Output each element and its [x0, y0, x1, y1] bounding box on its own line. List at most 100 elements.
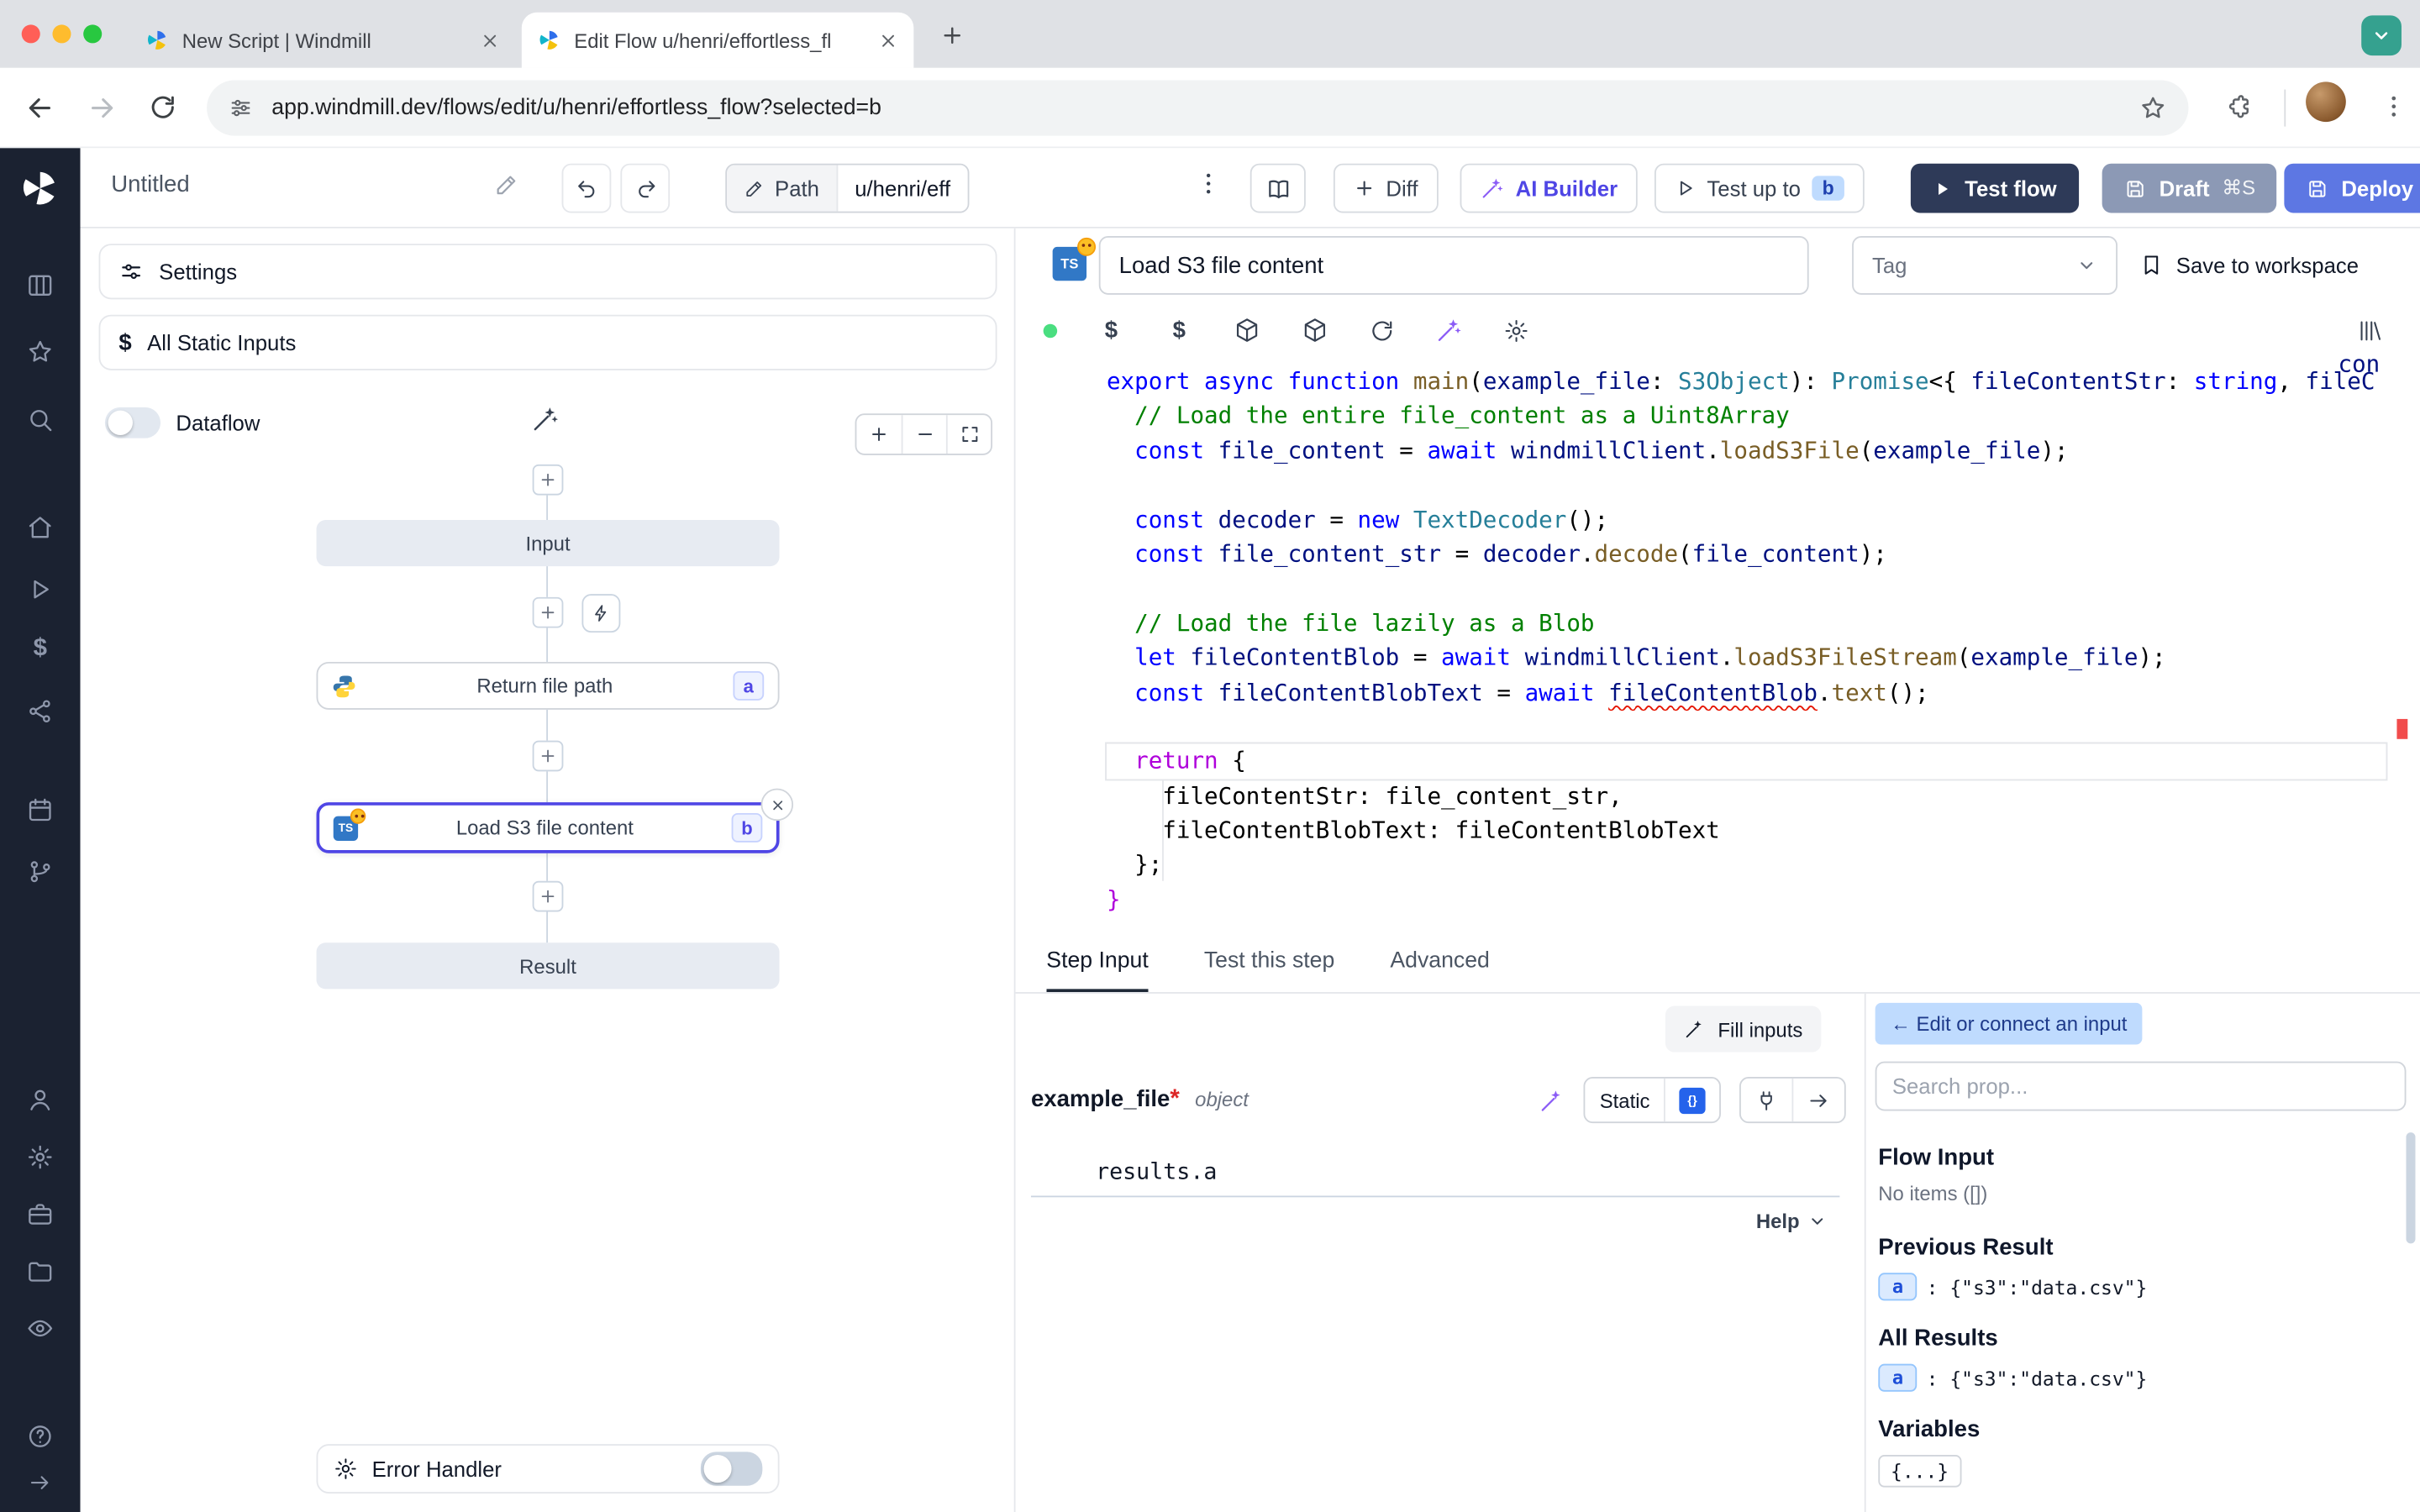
- reload-icon[interactable]: [148, 92, 177, 122]
- scrollbar-thumb[interactable]: [2406, 1132, 2415, 1243]
- step-node-b-selected[interactable]: TS Load S3 file content b: [317, 802, 780, 853]
- flow-static-inputs-row[interactable]: $ All Static Inputs: [99, 315, 997, 370]
- flow-title[interactable]: Untitled: [111, 171, 189, 197]
- path-button[interactable]: Path u/henri/eff: [725, 164, 969, 213]
- sidebar-apps-icon[interactable]: [26, 271, 54, 299]
- result-step-badge[interactable]: a: [1878, 1273, 1917, 1300]
- error-handler-toggle[interactable]: [701, 1452, 762, 1485]
- more-options-icon[interactable]: [1195, 170, 1223, 197]
- flow-input-node[interactable]: Input: [317, 520, 780, 566]
- docs-button[interactable]: [1250, 164, 1306, 213]
- tab-step-input[interactable]: Step Input: [1046, 929, 1148, 992]
- sidebar-settings-icon[interactable]: [26, 1143, 54, 1171]
- add-step-button[interactable]: [533, 881, 564, 912]
- bookmark-star-icon[interactable]: [2139, 94, 2167, 122]
- traffic-zoom-button[interactable]: [83, 24, 102, 43]
- javascript-mode-button[interactable]: {}: [1664, 1079, 1719, 1121]
- contextual-variables-icon[interactable]: $: [1165, 317, 1193, 343]
- sidebar-help-icon[interactable]: [26, 1422, 54, 1450]
- previous-result-row[interactable]: a : {"s3":"data.csv"}: [1878, 1273, 2147, 1300]
- dataflow-toggle[interactable]: [105, 407, 160, 438]
- packages-cube-icon[interactable]: [1301, 317, 1328, 344]
- test-flow-button[interactable]: Test flow: [1911, 164, 2079, 213]
- help-toggle[interactable]: Help: [1756, 1210, 1828, 1233]
- draft-button[interactable]: Draft ⌘S: [2102, 164, 2277, 213]
- url-bar[interactable]: app.windmill.dev/flows/edit/u/henri/effo…: [207, 81, 2188, 136]
- flow-ai-button[interactable]: [531, 404, 560, 433]
- browser-menu-icon[interactable]: [2380, 92, 2407, 120]
- traffic-minimize-button[interactable]: [52, 24, 71, 43]
- sidebar-search-icon[interactable]: [26, 406, 54, 433]
- zoom-out-button[interactable]: [902, 415, 946, 454]
- ai-fill-wand-icon[interactable]: [1539, 1087, 1565, 1113]
- undo-button[interactable]: [562, 164, 612, 213]
- test-up-to-button[interactable]: Test up to b: [1655, 164, 1865, 213]
- sidebar-workers-icon[interactable]: [26, 1200, 54, 1228]
- forward-icon[interactable]: [87, 92, 118, 123]
- editor-settings-gear-icon[interactable]: [1503, 317, 1529, 343]
- site-settings-icon[interactable]: [229, 96, 253, 120]
- tab-advanced[interactable]: Advanced: [1390, 929, 1489, 992]
- sidebar-favorites-icon[interactable]: [26, 338, 54, 365]
- resources-cube-icon[interactable]: [1234, 317, 1261, 344]
- save-to-workspace-button[interactable]: Save to workspace: [2139, 244, 2359, 286]
- tab-search-button[interactable]: [2361, 15, 2402, 55]
- sidebar-schedules-icon[interactable]: [26, 796, 54, 824]
- error-handler-row[interactable]: Error Handler: [317, 1444, 780, 1494]
- step-node-a[interactable]: Return file path a: [317, 662, 780, 710]
- variables-object-badge[interactable]: {...}: [1878, 1455, 1961, 1488]
- ai-builder-button[interactable]: AI Builder: [1460, 164, 1638, 213]
- sidebar-folders-icon[interactable]: [26, 1257, 54, 1285]
- add-step-button[interactable]: [533, 597, 564, 628]
- sidebar-audit-icon[interactable]: [26, 1315, 54, 1342]
- diff-button[interactable]: Diff: [1334, 164, 1438, 213]
- ai-wand-icon[interactable]: [1435, 317, 1463, 344]
- tab-close-icon[interactable]: [878, 30, 898, 50]
- variables-icon[interactable]: $: [1097, 317, 1125, 343]
- variables-row[interactable]: {...}: [1878, 1455, 1961, 1488]
- flow-result-node[interactable]: Result: [317, 942, 780, 989]
- redo-button[interactable]: [620, 164, 670, 213]
- delete-step-button[interactable]: [761, 789, 794, 822]
- windmill-logo-icon[interactable]: [18, 166, 61, 209]
- library-panel-icon[interactable]: [2357, 317, 2383, 343]
- tag-select[interactable]: Tag: [1852, 236, 2118, 295]
- new-tab-button[interactable]: [935, 18, 969, 52]
- zoom-in-button[interactable]: [856, 415, 901, 454]
- reload-assistant-icon[interactable]: [1369, 317, 1395, 343]
- error-handler-label: Error Handler: [372, 1457, 687, 1481]
- trigger-bolt-button[interactable]: [581, 594, 620, 633]
- traffic-close-button[interactable]: [22, 24, 40, 43]
- sidebar-flows-icon[interactable]: [26, 858, 54, 885]
- fill-inputs-button[interactable]: Fill inputs: [1665, 1006, 1821, 1053]
- expression-input[interactable]: results.a: [1031, 1149, 1839, 1197]
- sidebar-runs-icon[interactable]: [26, 575, 54, 603]
- prop-search-input[interactable]: [1876, 1062, 2407, 1111]
- static-mode-button[interactable]: Static: [1586, 1079, 1664, 1121]
- tab-test-this-step[interactable]: Test this step: [1204, 929, 1334, 992]
- apply-arrow-button[interactable]: [1791, 1079, 1844, 1121]
- plug-connect-button[interactable]: [1741, 1079, 1792, 1121]
- add-step-button[interactable]: [533, 741, 564, 772]
- tab-close-icon[interactable]: [480, 30, 500, 50]
- edit-title-pencil-icon[interactable]: [494, 173, 518, 197]
- profile-avatar[interactable]: [2306, 81, 2346, 122]
- all-results-row[interactable]: a : {"s3":"data.csv"}: [1878, 1364, 2147, 1392]
- result-step-badge[interactable]: a: [1878, 1364, 1917, 1392]
- tab-edit-flow[interactable]: Edit Flow u/henri/effortless_fl: [522, 13, 914, 68]
- code-editor[interactable]: con export async function main(example_f…: [1016, 358, 2420, 929]
- sidebar-home-icon[interactable]: [26, 514, 54, 542]
- extensions-puzzle-icon[interactable]: [2226, 92, 2254, 120]
- tab-new-script[interactable]: New Script | Windmill: [129, 13, 515, 68]
- flow-settings-row[interactable]: Settings: [99, 244, 997, 299]
- fit-view-button[interactable]: [946, 415, 991, 454]
- step-title-input[interactable]: [1099, 236, 1809, 295]
- sidebar-collapse-icon[interactable]: [26, 1469, 54, 1497]
- connect-input-banner[interactable]: ← Edit or connect an input: [1876, 1003, 2143, 1045]
- add-step-button[interactable]: [533, 465, 564, 496]
- back-icon[interactable]: [24, 92, 55, 123]
- deploy-button[interactable]: Deploy: [2284, 164, 2420, 213]
- sidebar-variables-icon[interactable]: $: [26, 636, 54, 664]
- sidebar-users-icon[interactable]: [26, 1086, 54, 1114]
- sidebar-resources-icon[interactable]: [26, 697, 54, 725]
